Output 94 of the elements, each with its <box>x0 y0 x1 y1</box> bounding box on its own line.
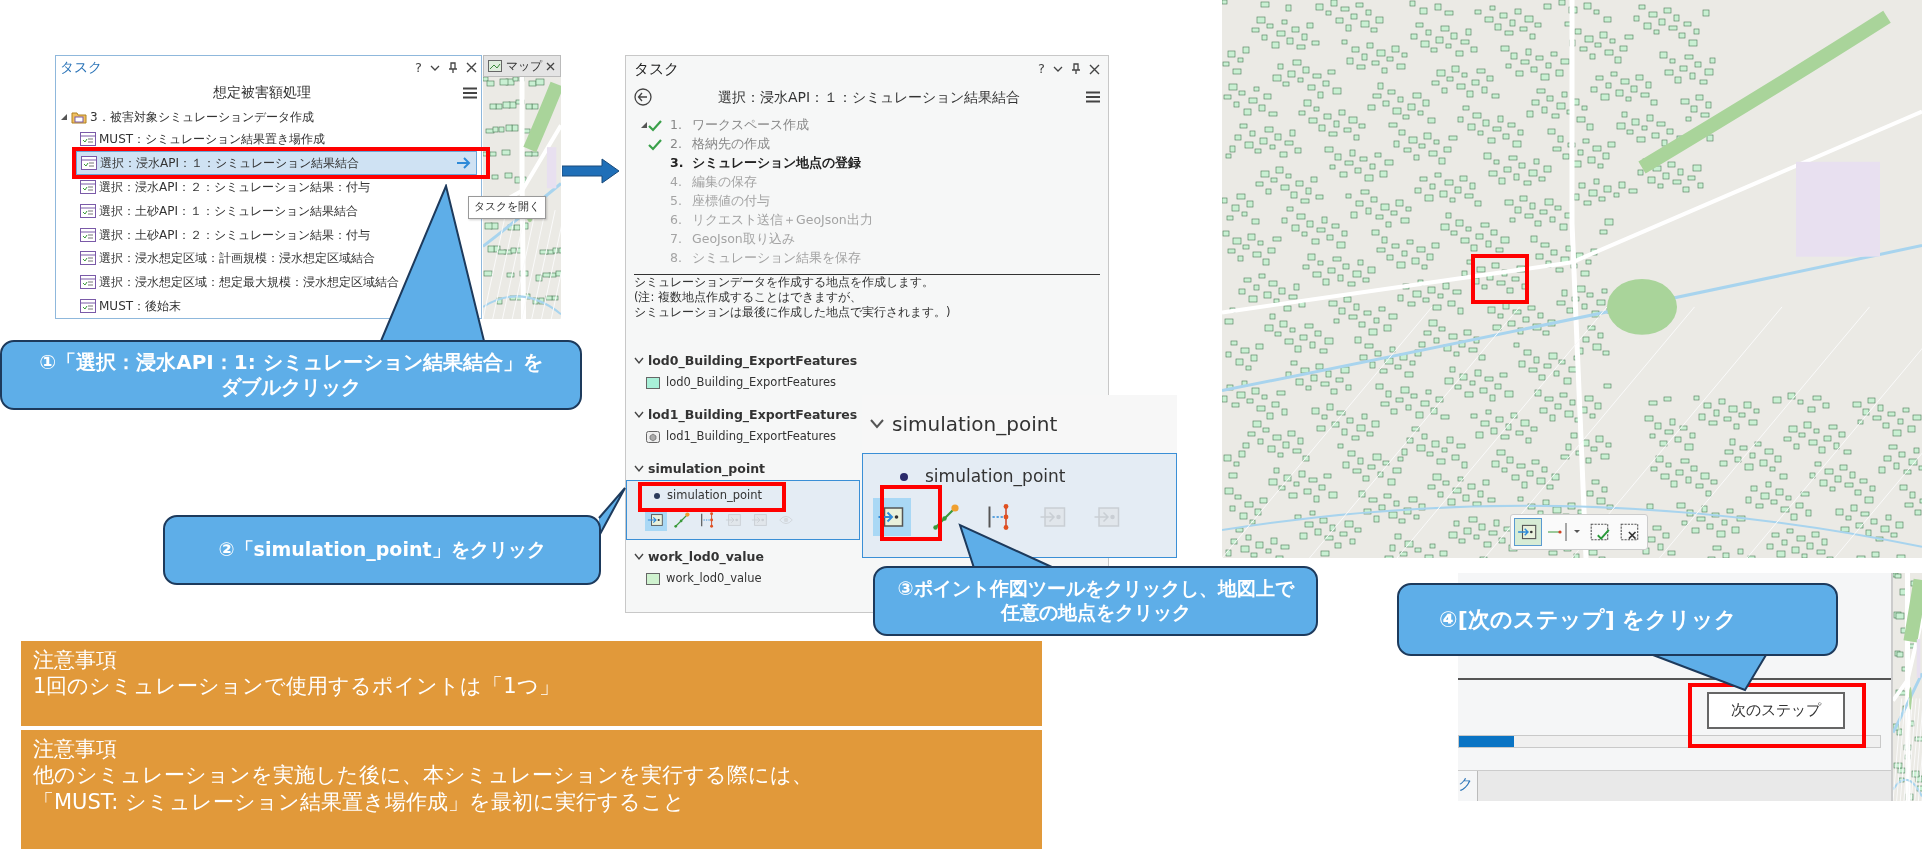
expand-icon[interactable] <box>60 112 68 121</box>
note-text: 他のシミュレーションを実施した後に、本シミュレーションを実行する際には、 <box>33 762 814 789</box>
layer-group-label: simulation_point <box>648 459 766 479</box>
step-label: シミュレーション地点の登録 <box>692 154 861 173</box>
task-icon <box>81 156 97 171</box>
highlight-frame <box>880 485 942 541</box>
chevron-icon[interactable] <box>634 411 644 419</box>
highlight-frame <box>1471 254 1529 304</box>
back-icon[interactable] <box>634 88 652 106</box>
layer-group-label: lod0_Building_ExportFeatures <box>648 351 858 371</box>
task-icon <box>80 275 96 290</box>
task-item[interactable]: 選択：土砂API：１：シミュレーション結果結合 <box>76 198 362 223</box>
import-point-icon[interactable] <box>725 511 743 529</box>
panel-heading: 選択：浸水API：１：シミュレーション結果結合 <box>716 87 1022 107</box>
chevron-icon[interactable] <box>634 553 644 561</box>
layer-item-label[interactable]: simulation_point <box>667 487 763 505</box>
close-icon[interactable] <box>466 62 477 74</box>
task-item[interactable]: 選択：浸水想定区域：計画規模：浸水想定区域結合 <box>76 246 379 271</box>
folder-icon <box>71 109 87 124</box>
help-button[interactable]: ? <box>1038 59 1045 79</box>
chevron-icon[interactable] <box>634 465 644 473</box>
layer-item-label[interactable]: simulation_point <box>925 464 1066 490</box>
arrow-right-icon[interactable] <box>456 156 472 171</box>
step-label: シミュレーション結果を保存 <box>692 249 861 268</box>
step-label: 座標値の付与 <box>692 192 770 211</box>
step-label: ワークスペース作成 <box>692 116 809 135</box>
task-item[interactable]: 選択：浸水API：１：シミュレーション結果結合 <box>76 151 477 176</box>
description: シミュレーションデータを作成する地点を作成します。 (注: 複数地点作成することはできますが、 シミュレーションは最後に作成した地点で実行されます。) <box>634 275 952 320</box>
panel-heading: 想定被害額処理 <box>211 83 312 103</box>
layer-item-label[interactable]: work_lod0_value <box>666 570 762 588</box>
close-icon[interactable] <box>546 61 555 71</box>
task-group-label: 3．被害対象シミュレーションデータ作成 <box>90 108 314 126</box>
chevron-icon[interactable] <box>870 419 884 429</box>
panel-title: タスク <box>634 58 679 80</box>
task-item[interactable]: 選択：土砂API：２：シミュレーション結果：付与 <box>76 222 374 247</box>
note-title: 注意事項 <box>33 647 118 674</box>
task-item[interactable]: 選択：浸水想定区域：想定最大規模：浸水想定区域結合 <box>76 270 403 295</box>
tooltip: タスクを開く <box>468 196 546 219</box>
dropdown-icon[interactable] <box>1053 64 1063 74</box>
chevron-icon[interactable] <box>634 357 644 365</box>
help-button[interactable]: ? <box>415 58 422 78</box>
pin-icon[interactable] <box>448 61 458 74</box>
task-item[interactable]: MUST：シミュレーション結果置き場作成 <box>76 127 330 152</box>
step-number: 1. <box>670 116 683 135</box>
step-number: 7. <box>670 230 683 249</box>
flow-arrow <box>562 158 620 184</box>
layer-item-label[interactable]: lod0_Building_ExportFeatures <box>666 374 837 392</box>
cross-frame-icon[interactable] <box>1619 521 1641 543</box>
step-number: 6. <box>670 211 683 230</box>
step-label: GeoJson取り込み <box>692 230 795 249</box>
cube-icon <box>646 431 660 443</box>
point-symbol-icon <box>899 472 909 482</box>
point-tool-icon[interactable] <box>647 511 665 529</box>
layer-item-card[interactable]: simulation_point <box>862 453 1177 558</box>
callout: ②「simulation_point」をクリック <box>163 515 601 585</box>
task-item[interactable]: MUST：後始末 <box>76 294 186 318</box>
step-label: リクエスト送信＋GeoJson出力 <box>692 211 873 230</box>
import-point-icon[interactable] <box>751 511 769 529</box>
line-tool-icon[interactable] <box>931 502 961 532</box>
task-icon <box>80 132 96 147</box>
step-number: 4. <box>670 173 683 192</box>
step-number: 2. <box>670 135 683 154</box>
map-tab[interactable]: マップ <box>483 55 561 77</box>
menu-icon[interactable] <box>1086 91 1100 103</box>
task-icon <box>80 203 96 218</box>
panel-tab[interactable]: ク <box>1458 771 1477 801</box>
note-text: 1回のシミュレーションで使用するポイントは「1つ」 <box>33 673 561 700</box>
note-text: 「MUST: シミュレーション結果置き場作成」を最初に実行すること <box>33 788 687 815</box>
menu-icon[interactable] <box>463 86 477 99</box>
next-step-button[interactable]: 次のステップ <box>1707 692 1845 729</box>
task-icon <box>80 251 96 266</box>
layer-item-label[interactable]: lod1_Building_ExportFeatures <box>666 428 837 446</box>
layer-item-card[interactable]: simulation_point <box>626 480 860 540</box>
task-icon <box>80 227 96 242</box>
expand-icon[interactable] <box>640 121 648 129</box>
layer-group-label: lod1_Building_ExportFeatures <box>648 405 858 425</box>
point-symbol-icon <box>653 492 661 500</box>
task-icon <box>80 299 96 314</box>
line-tool-icon[interactable] <box>673 511 691 529</box>
panel-title: タスク <box>60 58 102 78</box>
layer-group-label: simulation_point <box>892 411 1058 438</box>
step-number: 3. <box>670 154 685 173</box>
step-number: 8. <box>670 249 683 268</box>
map-icon <box>488 60 502 72</box>
task-icon <box>80 180 96 194</box>
close-icon[interactable] <box>1089 63 1100 75</box>
layer-group-label: work_lod0_value <box>648 547 764 567</box>
step-number: 5. <box>670 192 683 211</box>
step-label: 格納先の作成 <box>692 135 770 154</box>
checkmark-frame-icon[interactable] <box>1589 521 1611 543</box>
step-label: 編集の保存 <box>692 173 757 192</box>
pin-icon[interactable] <box>1071 63 1081 75</box>
note-title: 注意事項 <box>33 736 118 763</box>
task-item[interactable]: 選択：浸水API：２：シミュレーション結果：付与 <box>76 175 374 199</box>
